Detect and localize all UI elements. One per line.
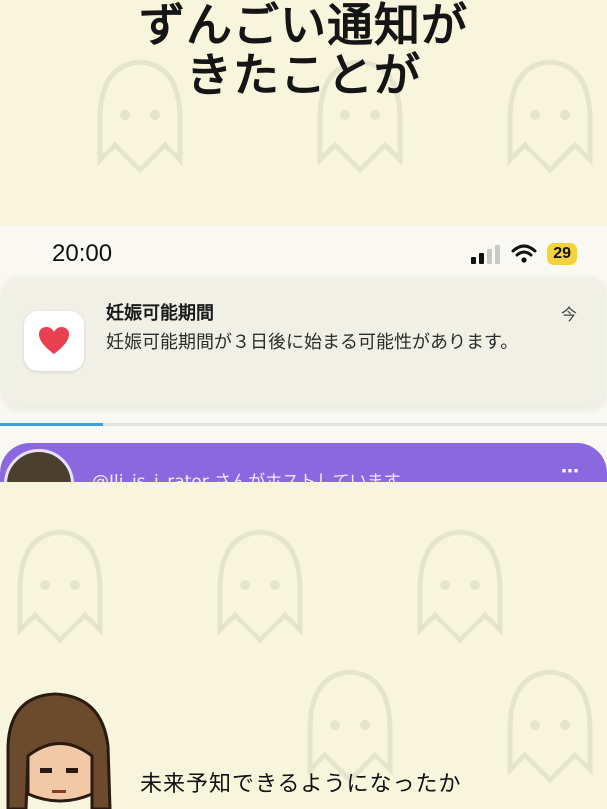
caption-text: 未来予知できるようになったか: [140, 772, 462, 797]
signal-icon: [471, 245, 501, 264]
notification-title: 妊娠可能期間: [106, 303, 214, 324]
host-avatar[interactable]: [4, 449, 74, 482]
heart-icon: [39, 327, 69, 354]
status-icons: 29: [471, 243, 577, 265]
more-icon[interactable]: ⋯: [561, 461, 579, 482]
headline-line-2: きたことが: [186, 48, 421, 102]
notification-body: 妊娠可能期間が３日後に始まる可能性があります。: [106, 332, 519, 353]
host-text: @Ili_is_i_rator さんがホストしています: [92, 472, 401, 482]
character-avatar: [6, 692, 112, 809]
progress-bar: [0, 423, 607, 426]
status-time: 20:00: [52, 240, 113, 267]
progress-fill: [0, 423, 104, 426]
background-face: [217, 529, 303, 644]
notification-time: 今: [560, 305, 577, 324]
background-face: [417, 529, 503, 644]
notification-banner[interactable]: 妊娠可能期間 妊娠可能期間が３日後に始まる可能性があります。 今: [2, 277, 605, 407]
phone-screenshot: 20:00 29 妊娠可能期間 妊娠可能期間が３日後に始まる可能性があります。 …: [0, 225, 607, 482]
headline-line-1: ずんごい通知が: [139, 0, 468, 52]
background-face: [507, 669, 593, 784]
host-banner[interactable]: @Ili_is_i_rator さんがホストしています ⋯: [0, 443, 607, 482]
wifi-icon: [511, 244, 537, 263]
health-app-icon: [24, 311, 84, 371]
battery-indicator: 29: [547, 243, 577, 265]
background-face: [17, 529, 103, 644]
headline: ずんごい通知が きたことが: [0, 0, 607, 100]
